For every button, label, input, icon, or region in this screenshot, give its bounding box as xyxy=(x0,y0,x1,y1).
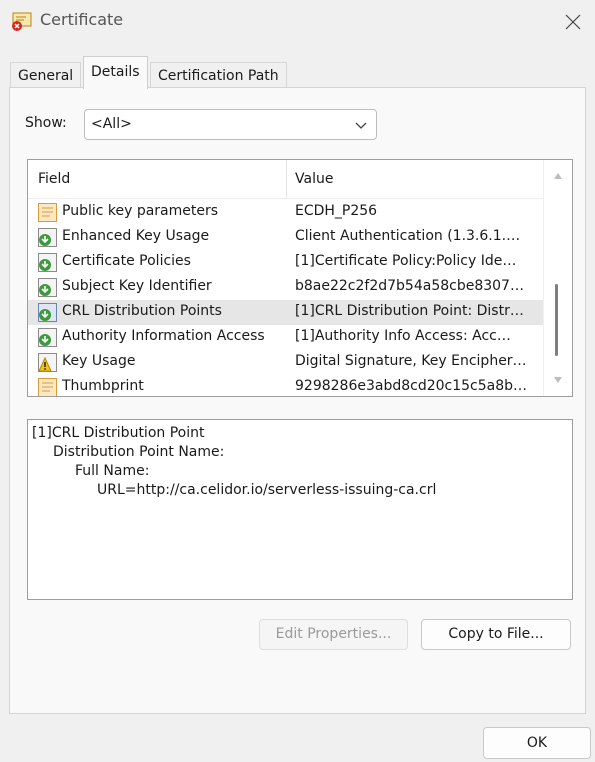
row-value: [1]Certificate Policy:Policy Ide… xyxy=(295,253,517,269)
field-list[interactable]: Field Value Public key parameters ECDH_P… xyxy=(27,159,573,397)
scroll-up-icon[interactable] xyxy=(553,168,563,184)
row-field: Subject Key Identifier xyxy=(62,278,212,294)
row-field: Enhanced Key Usage xyxy=(62,228,210,244)
row-value: ECDH_P256 xyxy=(295,203,378,219)
edit-properties-button[interactable]: Edit Properties... xyxy=(259,619,408,650)
extension-icon xyxy=(37,327,58,348)
list-scrollbar[interactable] xyxy=(543,160,572,396)
property-icon xyxy=(37,202,58,223)
copy-to-file-button[interactable]: Copy to File... xyxy=(421,619,571,650)
list-row[interactable]: Public key parameters ECDH_P256 xyxy=(28,200,544,225)
column-header-value[interactable]: Value xyxy=(295,171,333,187)
row-field: CRL Distribution Points xyxy=(62,303,222,319)
close-button[interactable] xyxy=(561,10,585,34)
list-row[interactable]: Certificate Policies [1]Certificate Poli… xyxy=(28,250,544,275)
show-selected-value: <All> xyxy=(91,116,132,132)
scroll-thumb[interactable] xyxy=(555,284,558,356)
column-divider[interactable] xyxy=(286,160,287,199)
extension-icon xyxy=(37,277,58,298)
tab-general[interactable]: General xyxy=(10,62,82,88)
value-detail-box[interactable]: [1]CRL Distribution Point Distribution P… xyxy=(27,419,573,600)
scroll-down-icon[interactable] xyxy=(553,372,563,388)
extension-icon xyxy=(37,302,58,323)
list-row[interactable]: Subject Key Identifier b8ae22c2f2d7b54a5… xyxy=(28,275,544,300)
show-dropdown[interactable]: <All> xyxy=(84,109,377,140)
ok-button[interactable]: OK xyxy=(483,727,591,759)
row-field: Key Usage xyxy=(62,353,136,369)
row-value: 9298286e3abd8cd20c15c5a8b… xyxy=(295,378,528,394)
close-icon xyxy=(565,14,581,30)
row-field: Authority Information Access xyxy=(62,328,265,344)
tab-certification-path[interactable]: Certification Path xyxy=(150,62,287,88)
extension-icon xyxy=(37,252,58,273)
row-field: Public key parameters xyxy=(62,203,219,219)
detail-line: [1]CRL Distribution Point xyxy=(32,425,205,441)
row-value: [1]CRL Distribution Point: Distr… xyxy=(295,303,524,319)
row-value: [1]Authority Info Access: Acc… xyxy=(295,328,511,344)
chevron-down-icon xyxy=(354,118,368,136)
extension-icon xyxy=(37,227,58,248)
list-row[interactable]: Key Usage Digital Signature, Key Enciphe… xyxy=(28,350,544,375)
detail-line: URL=http://ca.celidor.io/serverless-issu… xyxy=(97,482,437,498)
details-panel: Show: <All> Field Value Public key param… xyxy=(9,87,586,714)
title-bar: Certificate xyxy=(0,0,595,44)
detail-line: Distribution Point Name: xyxy=(53,444,225,460)
row-value: Digital Signature, Key Encipher… xyxy=(295,353,527,369)
detail-line: Full Name: xyxy=(75,463,150,479)
row-field: Certificate Policies xyxy=(62,253,191,269)
list-row[interactable]: Thumbprint 9298286e3abd8cd20c15c5a8b… xyxy=(28,375,544,396)
property-icon xyxy=(37,377,58,396)
critical-extension-icon xyxy=(37,352,58,373)
list-header: Field Value xyxy=(28,160,544,199)
column-header-field[interactable]: Field xyxy=(38,171,70,187)
row-value: b8ae22c2f2d7b54a58cbe8307… xyxy=(295,278,524,294)
row-field: Thumbprint xyxy=(62,378,144,394)
show-label: Show: xyxy=(25,115,67,131)
list-row-selected[interactable]: CRL Distribution Points [1]CRL Distribut… xyxy=(28,300,544,325)
list-row[interactable]: Enhanced Key Usage Client Authentication… xyxy=(28,225,544,250)
tab-details[interactable]: Details xyxy=(83,56,148,89)
window-title: Certificate xyxy=(40,10,124,29)
certificate-icon xyxy=(10,9,34,33)
list-row[interactable]: Authority Information Access [1]Authorit… xyxy=(28,325,544,350)
tab-strip: General Details Certification Path xyxy=(10,56,590,89)
row-value: Client Authentication (1.3.6.1.… xyxy=(295,228,521,244)
